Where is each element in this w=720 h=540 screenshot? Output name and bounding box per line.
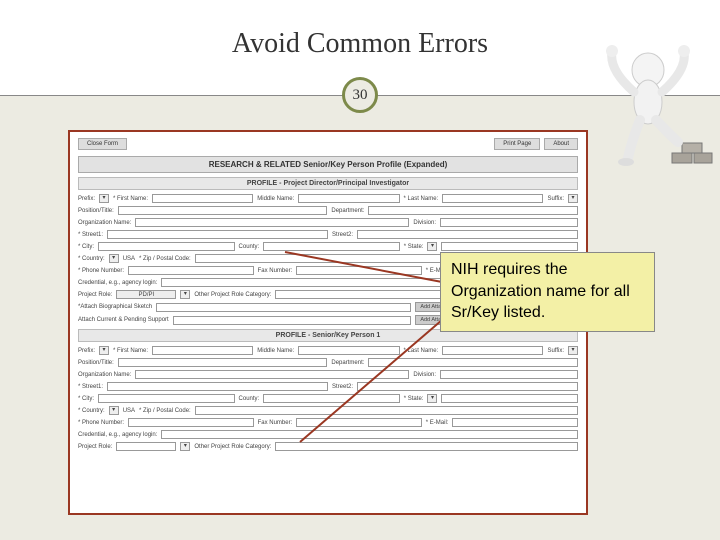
lbl-other-role: Other Project Role Category: bbox=[194, 292, 271, 298]
lbl-dept: Department: bbox=[331, 208, 364, 214]
print-page-button: Print Page bbox=[494, 138, 540, 150]
lbl-suffix2: Suffix: bbox=[547, 348, 564, 354]
lbl-org2: Organization Name: bbox=[78, 372, 131, 378]
lbl-mname: Middle Name: bbox=[257, 196, 294, 202]
mascot-figure bbox=[604, 40, 714, 175]
lbl-county2: County: bbox=[239, 396, 260, 402]
lbl-role2: Project Role: bbox=[78, 444, 112, 450]
lbl-country: * Country: bbox=[78, 256, 105, 262]
lbl-phone2: * Phone Number: bbox=[78, 420, 124, 426]
lbl-role: Project Role: bbox=[78, 292, 112, 298]
lbl-street1b: * Street1: bbox=[78, 384, 103, 390]
lbl-div2: Division: bbox=[413, 372, 436, 378]
lbl-cred: Credential, e.g., agency login: bbox=[78, 280, 157, 286]
lbl-lname2: * Last Name: bbox=[404, 348, 439, 354]
lbl-bio: *Attach Biographical Sketch bbox=[78, 304, 152, 310]
lbl-street2: Street2: bbox=[332, 232, 353, 238]
lbl-city2: * City: bbox=[78, 396, 94, 402]
slide-number-badge: 30 bbox=[342, 77, 378, 113]
lbl-dept2: Department: bbox=[331, 360, 364, 366]
lbl-cred2: Credential, e.g., agency login: bbox=[78, 432, 157, 438]
lbl-state: * State: bbox=[404, 244, 424, 250]
lbl-suffix: Suffix: bbox=[547, 196, 564, 202]
form-title: RESEARCH & RELATED Senior/Key Person Pro… bbox=[78, 156, 578, 173]
lbl-phone: * Phone Number: bbox=[78, 268, 124, 274]
lbl-org: Organization Name: bbox=[78, 220, 131, 226]
lbl-fax2: Fax Number: bbox=[258, 420, 293, 426]
val-pdpi: PD/PI bbox=[116, 290, 176, 299]
about-button: About bbox=[544, 138, 578, 150]
lbl-fname: * First Name: bbox=[113, 196, 148, 202]
lbl-position2: Position/Title: bbox=[78, 360, 114, 366]
lbl-county: County: bbox=[239, 244, 260, 250]
lbl-city: * City: bbox=[78, 244, 94, 250]
lbl-fax: Fax Number: bbox=[258, 268, 293, 274]
lbl-lname: * Last Name: bbox=[404, 196, 439, 202]
lbl-email2: * E-Mail: bbox=[426, 420, 449, 426]
lbl-country2: * Country: bbox=[78, 408, 105, 414]
lbl-state2: * State: bbox=[404, 396, 424, 402]
lbl-fname2: * First Name: bbox=[113, 348, 148, 354]
val-usa: USA bbox=[123, 256, 135, 262]
callout-box: NIH requires the Organization name for a… bbox=[440, 252, 655, 332]
lbl-street2b: Street2: bbox=[332, 384, 353, 390]
lbl-zip2: * Zip / Postal Code: bbox=[139, 408, 191, 414]
section-pdpi: PROFILE - Project Director/Principal Inv… bbox=[78, 177, 578, 190]
lbl-prefix2: Prefix: bbox=[78, 348, 95, 354]
lbl-mname2: Middle Name: bbox=[257, 348, 294, 354]
lbl-street1: * Street1: bbox=[78, 232, 103, 238]
lbl-div: Division: bbox=[413, 220, 436, 226]
lbl-position: Position/Title: bbox=[78, 208, 114, 214]
lbl-prefix: Prefix: bbox=[78, 196, 95, 202]
lbl-zip: * Zip / Postal Code: bbox=[139, 256, 191, 262]
lbl-pending: Attach Current & Pending Support bbox=[78, 317, 169, 323]
val-usa2: USA bbox=[123, 408, 135, 414]
lbl-other-role2: Other Project Role Category: bbox=[194, 444, 271, 450]
close-form-button: Close Form bbox=[78, 138, 127, 150]
